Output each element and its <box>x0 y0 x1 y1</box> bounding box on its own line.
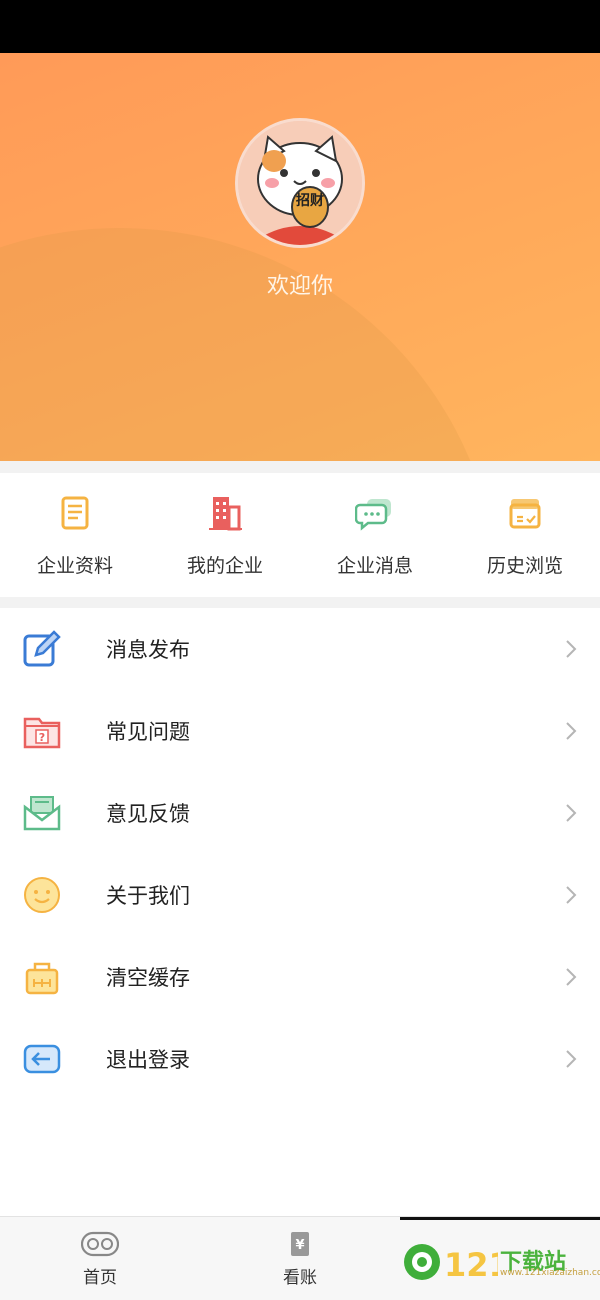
tab-label: 首页 <box>83 1268 117 1288</box>
chat-bubbles-icon <box>355 499 391 531</box>
tab-label: 看账 <box>283 1268 317 1288</box>
document-icon <box>61 496 89 530</box>
menu-item-about-us[interactable]: 关于我们 <box>0 854 600 936</box>
menu-item-label: 消息发布 <box>106 638 190 662</box>
watermark-url: www.121xiazaizhan.com <box>500 1268 600 1278</box>
menu-item-feedback[interactable]: 意见反馈 <box>0 772 600 854</box>
profile-header: 招财 欢迎你 <box>0 53 600 461</box>
quick-link-company-profile[interactable]: 企业资料 <box>0 473 150 597</box>
welcome-text: 欢迎你 <box>266 274 333 299</box>
menu-item-label: 清空缓存 <box>106 966 190 990</box>
menu-item-label: 常见问题 <box>106 720 190 744</box>
avatar-lettering: 招财 <box>296 192 324 209</box>
avatar[interactable]: 招财 <box>235 118 365 248</box>
tab-home[interactable]: 首页 <box>0 1217 200 1300</box>
quick-link-label: 历史浏览 <box>486 555 563 577</box>
site-watermark: 121 下载站 www.121xiazaizhan.com <box>402 1232 600 1288</box>
shopping-bag-icon <box>25 962 59 995</box>
smiley-icon <box>24 877 60 913</box>
chevron-right-icon <box>566 804 577 822</box>
chevron-right-icon <box>566 722 577 740</box>
quick-link-label: 企业消息 <box>336 555 413 577</box>
menu-item-label: 关于我们 <box>106 884 190 908</box>
menu-item-clear-cache[interactable]: 清空缓存 <box>0 936 600 1018</box>
watermark-logo: 121 <box>404 1244 511 1284</box>
quick-link-company-messages[interactable]: 企业消息 <box>300 473 450 597</box>
logout-icon <box>23 1044 61 1074</box>
chevron-right-icon <box>566 1050 577 1068</box>
tab-ledger[interactable]: ¥ 看账 <box>200 1217 400 1300</box>
svg-text:121: 121 <box>444 1246 498 1284</box>
menu-item-label: 退出登录 <box>106 1048 190 1072</box>
quick-link-my-company[interactable]: 我的企业 <box>150 473 300 597</box>
edit-icon <box>23 630 61 667</box>
menu-item-label: 意见反馈 <box>106 802 190 826</box>
question-folder-icon: ? <box>23 717 61 749</box>
menu-item-logout[interactable]: 退出登录 <box>0 1018 600 1100</box>
history-box-icon <box>509 499 541 529</box>
status-bar <box>0 0 600 53</box>
quick-link-label: 企业资料 <box>36 555 113 577</box>
quick-link-history[interactable]: 历史浏览 <box>450 473 600 597</box>
building-icon <box>209 497 242 531</box>
settings-menu: 消息发布 ? 常见问题 意见反馈 关于我们 清空缓存 退出登录 <box>0 608 600 1216</box>
lucky-cat-avatar-icon: 招财 <box>238 121 362 245</box>
svg-text:¥: ¥ <box>295 1238 304 1253</box>
menu-item-publish-message[interactable]: 消息发布 <box>0 608 600 690</box>
chevron-right-icon <box>566 640 577 658</box>
home-infinity-icon <box>81 1231 119 1257</box>
quick-links: 企业资料 我的企业 企业消息 历史浏览 <box>0 473 600 597</box>
svg-text:?: ? <box>39 731 45 744</box>
quick-link-label: 我的企业 <box>186 555 263 577</box>
header-decoration <box>0 228 500 461</box>
envelope-icon <box>23 796 61 831</box>
menu-item-faq[interactable]: ? 常见问题 <box>0 690 600 772</box>
chevron-right-icon <box>566 968 577 986</box>
yen-ledger-icon: ¥ <box>291 1232 309 1256</box>
chevron-right-icon <box>566 886 577 904</box>
